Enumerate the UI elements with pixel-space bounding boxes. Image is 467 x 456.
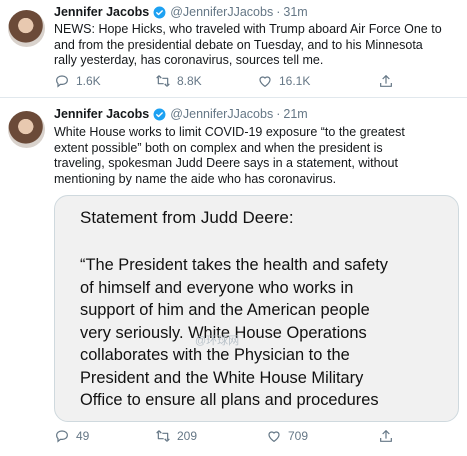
- statement-line: of himself and everyone who works in: [80, 278, 354, 297]
- tweet-text-line: rally yesterday, has coronavirus, source…: [54, 53, 324, 67]
- retweet-button[interactable]: 209: [155, 428, 197, 444]
- like-button[interactable]: 709: [266, 428, 308, 444]
- statement-line: very seriously. White House Operations: [80, 323, 367, 342]
- retweet-count: 209: [177, 429, 198, 443]
- reply-icon: [56, 75, 68, 88]
- like-button[interactable]: 16.1K: [257, 73, 310, 89]
- share-button[interactable]: [378, 428, 394, 444]
- author-name[interactable]: Jennifer Jacobs: [54, 107, 149, 121]
- statement-line: collaborates with the Physician to the: [80, 346, 350, 364]
- share-icon: [380, 430, 392, 442]
- retweet-count: 8.8K: [177, 74, 202, 88]
- tweet-time[interactable]: 21m: [283, 107, 307, 121]
- separator: ·: [276, 5, 281, 19]
- like-count: 709: [288, 429, 309, 443]
- like-icon: [259, 76, 271, 88]
- statement-line: Office to ensure all plans and procedure…: [80, 391, 379, 409]
- statement-title: Statement from Judd Deere:: [80, 208, 294, 227]
- statement-line: “The President takes the health and safe…: [80, 256, 388, 274]
- statement-body: “The President takes the health and safe…: [80, 254, 450, 412]
- tweet-actions: 49 209 709: [54, 428, 459, 446]
- tweet-1[interactable]: Jennifer Jacobs @JenniferJJacobs · 31m N…: [0, 0, 467, 97]
- retweet-icon: [156, 430, 170, 442]
- verified-badge-icon: [153, 108, 166, 120]
- statement-line: support of him and the American people: [80, 301, 370, 319]
- watermark: @环球网: [195, 335, 240, 347]
- tweet-actions: 1.6K 8.8K 16.1K: [54, 73, 459, 91]
- author-name[interactable]: Jennifer Jacobs: [54, 5, 149, 19]
- separator: ·: [276, 107, 281, 121]
- reply-icon: [56, 430, 68, 443]
- reply-button[interactable]: 1.6K: [54, 73, 101, 89]
- avatar[interactable]: [8, 10, 45, 47]
- tweet-text-line: White House works to limit COVID-19 expo…: [54, 125, 405, 139]
- avatar[interactable]: [8, 111, 45, 148]
- reply-button[interactable]: 49: [54, 428, 89, 444]
- tweet-text-line: and from the presidential debate on Tues…: [54, 37, 423, 52]
- tweet-header: Jennifer Jacobs @JenniferJJacobs · 21m: [54, 107, 308, 121]
- tweet-header: Jennifer Jacobs @JenniferJJacobs · 31m: [54, 5, 308, 19]
- retweet-icon: [156, 75, 170, 87]
- verified-badge-icon: [153, 6, 166, 18]
- author-handle[interactable]: @JenniferJJacobs: [170, 107, 273, 121]
- tweet-text-line: extent possible” both on complex and whe…: [54, 140, 383, 155]
- statement-line: President and the White House Military: [80, 368, 364, 387]
- author-handle[interactable]: @JenniferJJacobs: [170, 5, 273, 19]
- tweet-text-line: traveling, spokesman Judd Deere says in …: [54, 156, 398, 170]
- tweet-2[interactable]: Jennifer Jacobs @JenniferJJacobs · 21m W…: [0, 98, 467, 456]
- tweet-text: NEWS: Hope Hicks, who traveled with Trum…: [54, 22, 459, 69]
- reply-count: 49: [76, 429, 90, 443]
- like-icon: [268, 431, 280, 443]
- retweet-button[interactable]: 8.8K: [155, 73, 202, 89]
- share-icon: [380, 75, 392, 87]
- like-count: 16.1K: [279, 74, 311, 88]
- reply-count: 1.6K: [76, 74, 101, 88]
- tweet-time[interactable]: 31m: [283, 5, 307, 19]
- tweet-text-line: NEWS: Hope Hicks, who traveled with Trum…: [54, 22, 442, 36]
- share-button[interactable]: [378, 73, 394, 89]
- tweet-text: White House works to limit COVID-19 expo…: [54, 125, 459, 187]
- tweet-text-line: mentioning by name the aide who has coro…: [54, 171, 337, 186]
- statement-image-card[interactable]: Statement from Judd Deere: “The Presiden…: [54, 195, 459, 422]
